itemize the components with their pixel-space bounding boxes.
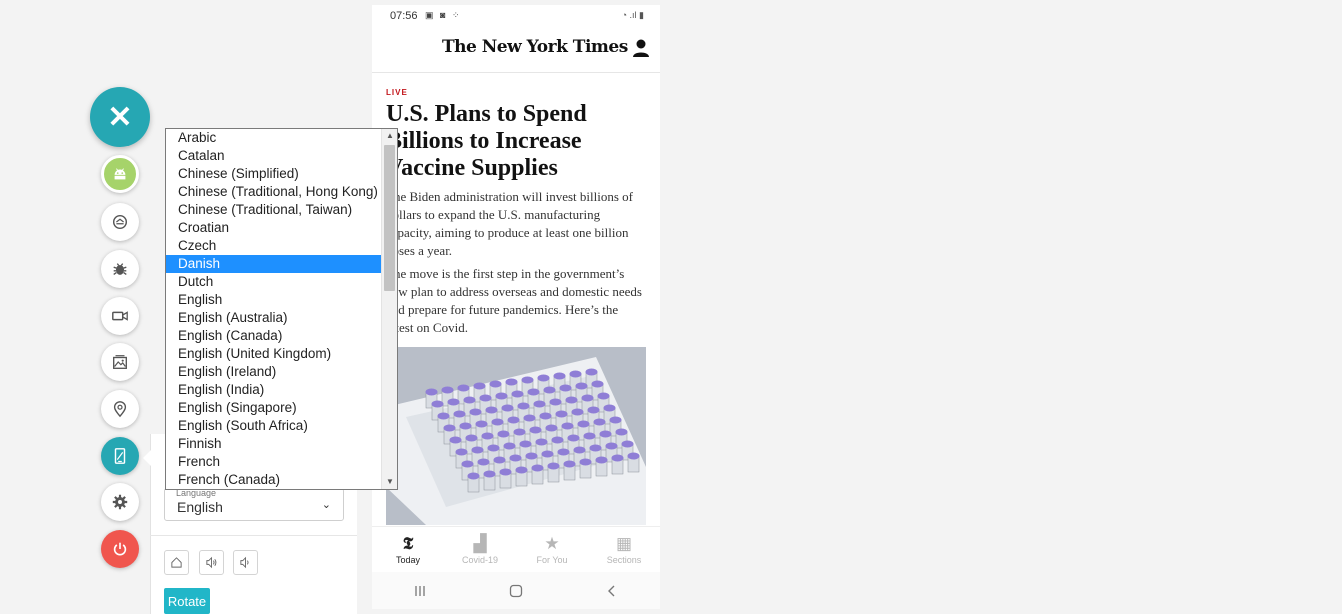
tab-covid-19[interactable]: ▟ Covid-19 xyxy=(444,527,516,572)
vaccine-vials-image xyxy=(386,347,646,525)
nyt-logo: The New York Times xyxy=(442,37,628,57)
recent-apps-button[interactable] xyxy=(405,579,435,603)
dropdown-option[interactable]: English (South Africa) xyxy=(166,417,381,435)
home-nav-button[interactable] xyxy=(501,579,531,603)
device-settings-icon xyxy=(114,448,126,464)
gallery-button[interactable] xyxy=(101,343,139,381)
video-camera-icon xyxy=(112,311,128,321)
dropdown-option[interactable]: English (Canada) xyxy=(166,327,381,345)
dropdown-option[interactable]: English (India) xyxy=(166,381,381,399)
dropdown-option[interactable]: Arabic xyxy=(166,129,381,147)
tab-for-you[interactable]: ★ For You xyxy=(516,527,588,572)
home-circle-icon xyxy=(509,584,523,597)
dropdown-option[interactable]: English (Australia) xyxy=(166,309,381,327)
back-button[interactable] xyxy=(597,579,627,603)
volume-down-button[interactable] xyxy=(233,550,258,575)
close-button[interactable]: ✕ xyxy=(90,87,150,147)
gear-icon xyxy=(112,494,128,510)
volume-down-icon xyxy=(240,556,249,569)
android-button[interactable] xyxy=(101,155,139,193)
location-button[interactable] xyxy=(101,390,139,428)
notification-icons: ▣ ◙ ⁘ xyxy=(425,10,462,20)
live-label: LIVE xyxy=(386,88,408,97)
status-time: 07:56 xyxy=(390,10,418,22)
tab-icon: ★ xyxy=(544,534,560,553)
bug-icon xyxy=(113,263,127,275)
dropdown-option[interactable]: Chinese (Simplified) xyxy=(166,165,381,183)
dropdown-option[interactable]: Chinese (Traditional, Taiwan) xyxy=(166,201,381,219)
dropdown-option[interactable]: English (United Kingdom) xyxy=(166,345,381,363)
tab-icon: 𝕿 xyxy=(402,534,414,554)
phone-screen[interactable]: 07:56 ▣ ◙ ⁘ ◔ .ıl ▮ The New York Times L… xyxy=(372,5,660,609)
gallery-icon xyxy=(113,355,127,369)
home-button[interactable] xyxy=(164,550,189,575)
sync-icon xyxy=(112,214,128,230)
panel-divider xyxy=(150,535,357,536)
scroll-up-icon[interactable]: ▲ xyxy=(382,129,397,143)
volume-up-button[interactable] xyxy=(199,550,224,575)
panel-pointer xyxy=(143,450,151,466)
back-icon xyxy=(608,585,615,596)
tab-icon: ▦ xyxy=(615,534,633,553)
device-settings-button[interactable] xyxy=(101,437,139,475)
app-header: The New York Times xyxy=(372,27,660,73)
dropdown-option[interactable]: Catalan xyxy=(166,147,381,165)
record-button[interactable] xyxy=(101,297,139,335)
sync-button[interactable] xyxy=(101,203,139,241)
dropdown-options: Arabic Catalan Chinese (Simplified) Chinese… xyxy=(166,129,381,489)
user-account-icon[interactable] xyxy=(632,38,650,58)
tab-today[interactable]: 𝕿 Today xyxy=(372,527,444,572)
location-pin-icon xyxy=(113,401,127,418)
settings-button[interactable] xyxy=(101,483,139,521)
dropdown-option[interactable]: English xyxy=(166,291,381,309)
bottom-tab-bar: 𝕿 Today ▟ Covid-19 ★ For You ▦ Sections xyxy=(372,526,660,572)
tab-icon: ▟ xyxy=(473,534,487,553)
dropdown-option[interactable]: Croatian xyxy=(166,219,381,237)
tab-label: Today xyxy=(395,555,421,565)
emulator-stage: Language English ⌄ Rotate ✕ Arabic Catal… xyxy=(0,0,1342,614)
android-icon xyxy=(114,168,126,180)
home-icon xyxy=(171,557,182,568)
tab-label: Covid-19 xyxy=(461,555,499,565)
article-photo[interactable] xyxy=(386,347,646,525)
dropdown-scrollbar[interactable]: ▲ ▼ xyxy=(381,129,397,489)
dropdown-option[interactable]: English (Singapore) xyxy=(166,399,381,417)
tab-sections[interactable]: ▦ Sections xyxy=(588,527,660,572)
chevron-down-icon: ⌄ xyxy=(321,499,331,511)
dropdown-option[interactable]: Dutch xyxy=(166,273,381,291)
close-icon: ✕ xyxy=(107,100,133,134)
tab-label: For You xyxy=(536,555,568,565)
android-nav-bar xyxy=(372,572,660,609)
status-bar: 07:56 ▣ ◙ ⁘ ◔ .ıl ▮ xyxy=(372,5,660,27)
language-dropdown-list[interactable]: Arabic Catalan Chinese (Simplified) Chinese… xyxy=(165,128,398,490)
debug-button[interactable] xyxy=(101,250,139,288)
volume-up-icon xyxy=(206,556,217,569)
tab-label: Sections xyxy=(606,555,642,565)
language-value: English xyxy=(177,499,223,515)
dropdown-option[interactable]: Chinese (Traditional, Hong Kong) xyxy=(166,183,381,201)
dropdown-option[interactable]: English (Ireland) xyxy=(166,363,381,381)
dropdown-option[interactable]: French xyxy=(166,453,381,471)
rotate-button[interactable]: Rotate xyxy=(164,588,210,614)
article-headline[interactable]: U.S. Plans to Spend Billions to Increase… xyxy=(386,101,646,182)
dropdown-option[interactable]: Finnish xyxy=(166,435,381,453)
scrollbar-thumb[interactable] xyxy=(384,145,395,291)
signal-battery-icon: ◔ .ıl ▮ xyxy=(621,10,644,20)
dropdown-option[interactable]: Czech xyxy=(166,237,381,255)
power-button[interactable] xyxy=(101,530,139,568)
dropdown-option[interactable]: French (Canada) xyxy=(166,471,381,489)
language-select[interactable]: Language English ⌄ xyxy=(164,488,344,521)
recent-apps-icon xyxy=(415,585,425,596)
article-paragraph: The move is the first step in the govern… xyxy=(386,266,642,335)
dropdown-option[interactable]: Danish xyxy=(166,255,381,273)
scroll-down-icon[interactable]: ▼ xyxy=(382,475,397,489)
power-icon xyxy=(113,542,127,556)
article-paragraph: The Biden administration will invest bil… xyxy=(386,189,633,258)
